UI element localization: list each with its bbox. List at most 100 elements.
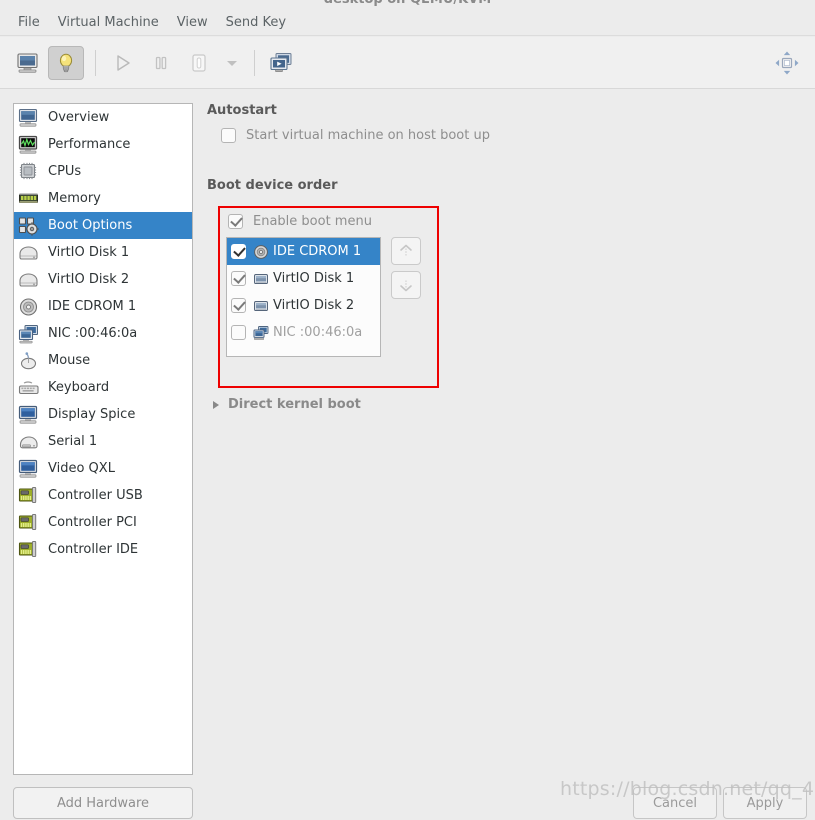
controller-icon	[17, 485, 41, 507]
move-up-button[interactable]	[391, 237, 421, 265]
menu-bar: File Virtual Machine View Send Key	[0, 10, 815, 36]
sidebar-item-nic[interactable]: NIC :00:46:0a	[14, 320, 192, 347]
harddisk-icon	[252, 270, 270, 288]
boot-device-order-title: Boot device order	[207, 178, 338, 193]
sidebar-item-label: Display Spice	[48, 407, 136, 422]
boot-device-checkbox[interactable]	[231, 244, 246, 259]
chart-icon	[17, 134, 41, 156]
sidebar-item-label: NIC :00:46:0a	[48, 326, 138, 341]
harddisk-icon	[17, 242, 41, 264]
sidebar-item-virtio-disk-1[interactable]: VirtIO Disk 1	[14, 239, 192, 266]
sidebar-item-ide-cdrom-1[interactable]: IDE CDROM 1	[14, 293, 192, 320]
cancel-label: Cancel	[652, 795, 698, 811]
toolbar	[0, 37, 815, 89]
network-icon	[252, 324, 270, 342]
sidebar-item-label: Video QXL	[48, 461, 115, 476]
boot-device-row[interactable]: NIC :00:46:0a	[227, 319, 380, 346]
boot-device-row[interactable]: VirtIO Disk 2	[227, 292, 380, 319]
mouse-icon	[17, 350, 41, 372]
console-view-button[interactable]	[10, 46, 46, 80]
sidebar-item-controller-usb[interactable]: Controller USB	[14, 482, 192, 509]
autostart-checkbox-row[interactable]: Start virtual machine on host boot up	[221, 128, 802, 143]
run-button[interactable]	[105, 46, 141, 80]
autostart-checkbox[interactable]	[221, 128, 236, 143]
sidebar-item-label: Overview	[48, 110, 110, 125]
sidebar-item-label: VirtIO Disk 1	[48, 245, 130, 260]
shutdown-button[interactable]	[181, 46, 217, 80]
details-view-button[interactable]	[48, 45, 84, 80]
boot-icon	[17, 215, 41, 237]
controller-icon	[17, 539, 41, 561]
chevron-down-icon	[227, 60, 237, 66]
direct-kernel-boot-label: Direct kernel boot	[228, 397, 361, 412]
sidebar-item-label: Keyboard	[48, 380, 110, 395]
enable-boot-menu-row[interactable]: Enable boot menu	[228, 214, 372, 229]
menu-send-key[interactable]: Send Key	[217, 12, 295, 33]
sidebar-item-label: CPUs	[48, 164, 82, 179]
sidebar-item-mouse[interactable]: Mouse	[14, 347, 192, 374]
sidebar-item-boot-options[interactable]: Boot Options	[14, 212, 192, 239]
harddisk-icon	[252, 297, 270, 315]
monitor-icon	[17, 107, 41, 129]
fullscreen-button[interactable]	[769, 46, 805, 80]
move-down-button[interactable]	[391, 271, 421, 299]
sidebar-item-label: Controller PCI	[48, 515, 137, 530]
monitor-icon	[17, 52, 38, 73]
main-area: Overview Performance CPUs Memory Boot Op…	[0, 90, 815, 819]
sidebar-item-cpus[interactable]: CPUs	[14, 158, 192, 185]
sidebar-item-label: Memory	[48, 191, 101, 206]
snapshots-button[interactable]	[264, 46, 300, 80]
direct-kernel-boot-expander[interactable]: Direct kernel boot	[213, 397, 361, 412]
apply-button[interactable]: Apply	[723, 787, 807, 819]
boot-options-panel: Autostart Start virtual machine on host …	[207, 103, 802, 763]
sidebar-item-serial-1[interactable]: Serial 1	[14, 428, 192, 455]
menu-file[interactable]: File	[9, 12, 49, 33]
boot-device-label: VirtIO Disk 2	[273, 298, 355, 313]
shutdown-icon	[192, 53, 206, 72]
network-icon	[17, 323, 41, 345]
menu-view[interactable]: View	[168, 12, 217, 33]
hardware-list[interactable]: Overview Performance CPUs Memory Boot Op…	[13, 103, 193, 775]
sidebar-item-memory[interactable]: Memory	[14, 185, 192, 212]
move-down-icon	[400, 280, 412, 292]
sidebar-item-overview[interactable]: Overview	[14, 104, 192, 131]
cdrom-icon	[17, 296, 41, 318]
sidebar-item-controller-pci[interactable]: Controller PCI	[14, 509, 192, 536]
sidebar-item-label: Controller USB	[48, 488, 143, 503]
boot-device-list[interactable]: IDE CDROM 1 VirtIO Disk 1 VirtIO Disk 2 …	[226, 237, 381, 357]
fullscreen-icon	[775, 51, 799, 74]
pause-button[interactable]	[143, 46, 179, 80]
sidebar-item-display-spice[interactable]: Display Spice	[14, 401, 192, 428]
sidebar-item-label: Controller IDE	[48, 542, 139, 557]
sidebar-item-virtio-disk-2[interactable]: VirtIO Disk 2	[14, 266, 192, 293]
sidebar-item-performance[interactable]: Performance	[14, 131, 192, 158]
sidebar-item-keyboard[interactable]: Keyboard	[14, 374, 192, 401]
boot-device-row[interactable]: IDE CDROM 1	[227, 238, 380, 265]
enable-boot-menu-checkbox[interactable]	[228, 214, 243, 229]
sidebar-item-label: Serial 1	[48, 434, 98, 449]
controller-icon	[17, 512, 41, 534]
cancel-button[interactable]: Cancel	[633, 787, 717, 819]
boot-device-row[interactable]: VirtIO Disk 1	[227, 265, 380, 292]
sidebar-item-label: Boot Options	[48, 218, 133, 233]
sidebar-item-controller-ide[interactable]: Controller IDE	[14, 536, 192, 563]
snapshots-icon	[270, 52, 292, 72]
serial-icon	[17, 431, 41, 453]
window-title: desktop on QEMU/KVM	[0, 0, 815, 7]
enable-boot-menu-label: Enable boot menu	[253, 214, 372, 229]
boot-device-checkbox[interactable]	[231, 298, 246, 313]
autostart-title: Autostart	[207, 103, 277, 118]
sidebar-item-label: Mouse	[48, 353, 91, 368]
sidebar-item-label: IDE CDROM 1	[48, 299, 137, 314]
boot-device-checkbox[interactable]	[231, 325, 246, 340]
pause-icon	[155, 56, 167, 69]
boot-device-checkbox[interactable]	[231, 271, 246, 286]
sidebar-item-label: VirtIO Disk 2	[48, 272, 130, 287]
menu-virtual-machine[interactable]: Virtual Machine	[49, 12, 168, 33]
memory-icon	[17, 188, 41, 210]
shutdown-options-button[interactable]	[219, 46, 245, 80]
boot-device-label: NIC :00:46:0a	[273, 325, 363, 340]
play-icon	[117, 54, 130, 71]
sidebar-item-video-qxl[interactable]: Video QXL	[14, 455, 192, 482]
toolbar-separator-1	[95, 49, 96, 76]
